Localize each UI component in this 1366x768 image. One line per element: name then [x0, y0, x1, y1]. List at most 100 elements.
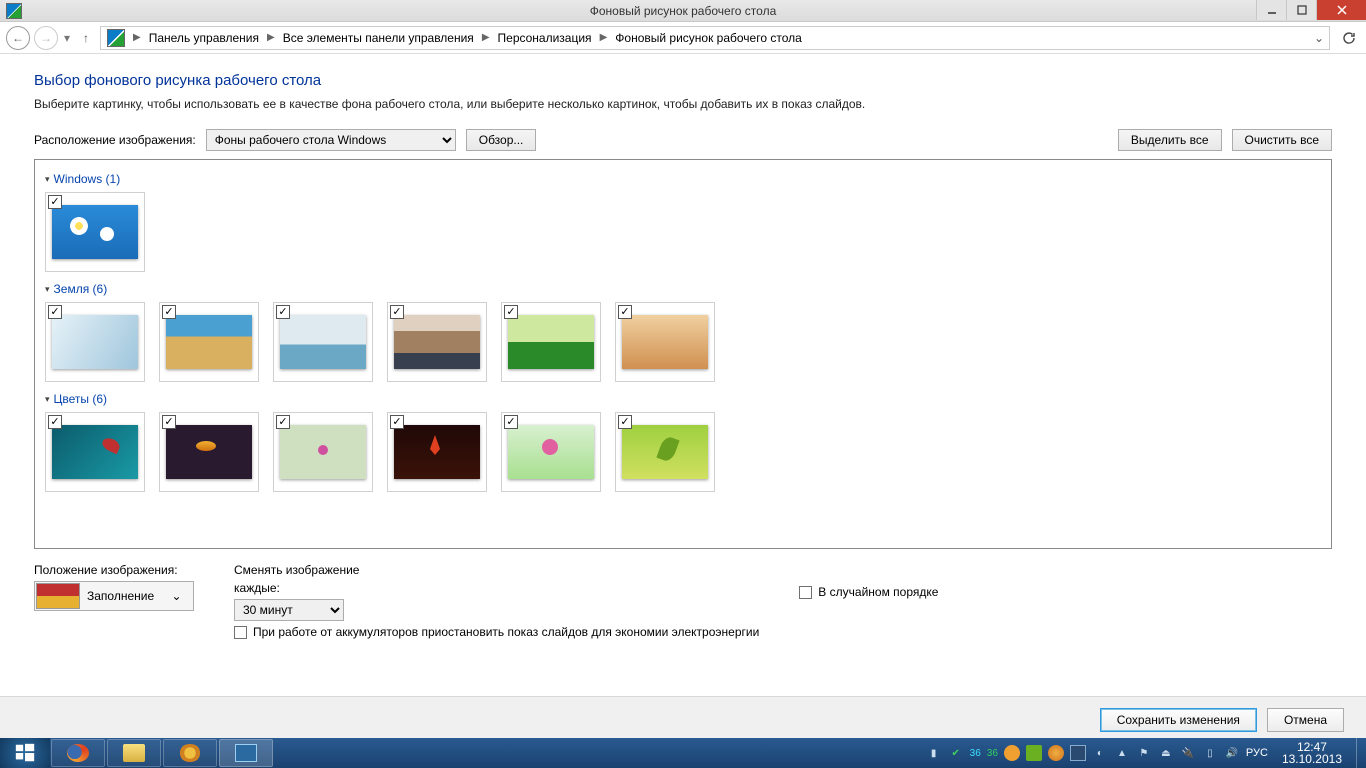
chevron-right-icon[interactable]: ▶ [480, 32, 492, 43]
thumbnail-checkbox[interactable] [504, 305, 518, 319]
app-icon [6, 3, 22, 19]
interval-label-1: Сменять изображение [234, 563, 759, 577]
wallpaper-thumbnail[interactable] [45, 412, 145, 492]
tray-icon[interactable]: ◐ [1092, 745, 1108, 761]
clock-date: 13.10.2013 [1282, 753, 1342, 765]
breadcrumb[interactable]: ▶ Панель управления ▶ Все элементы панел… [100, 26, 1330, 50]
location-label: Расположение изображения: [34, 133, 196, 147]
thumbnail-checkbox[interactable] [48, 195, 62, 209]
tray-icon[interactable]: ▮ [926, 745, 942, 761]
breadcrumb-item[interactable]: Панель управления [145, 31, 263, 45]
thumbnail-image [166, 315, 252, 369]
wallpaper-thumbnail[interactable] [273, 412, 373, 492]
address-dropdown-icon[interactable]: ⌄ [1311, 31, 1327, 45]
thumbnail-checkbox[interactable] [390, 305, 404, 319]
tray-icon[interactable] [1048, 745, 1064, 761]
thumbnail-checkbox[interactable] [276, 415, 290, 429]
shuffle-checkbox[interactable] [799, 586, 812, 599]
group-header[interactable]: ▾Земля (6) [45, 282, 1321, 296]
wallpaper-thumbnail[interactable] [501, 412, 601, 492]
tray-icon[interactable]: ✔ [948, 745, 964, 761]
up-button[interactable]: ↑ [76, 31, 96, 45]
thumbnail-image [508, 425, 594, 479]
taskbar-app-potplayer[interactable] [163, 739, 217, 767]
wallpaper-thumbnail[interactable] [273, 302, 373, 382]
interval-select[interactable]: 30 минут [234, 599, 344, 621]
wallpaper-thumbnail[interactable] [387, 302, 487, 382]
start-button[interactable] [0, 738, 50, 768]
tray-volume-icon[interactable]: 🔊 [1224, 745, 1240, 761]
tray-flag-icon[interactable]: ⚑ [1136, 745, 1152, 761]
tray-temp-2[interactable]: 36 [987, 748, 998, 759]
wallpaper-thumbnail[interactable] [501, 302, 601, 382]
battery-checkbox[interactable] [234, 626, 247, 639]
breadcrumb-item[interactable]: Фоновый рисунок рабочего стола [611, 31, 806, 45]
group-header[interactable]: ▾Цветы (6) [45, 392, 1321, 406]
thumbnail-checkbox[interactable] [618, 305, 632, 319]
chevron-down-icon: ⌄ [160, 589, 193, 603]
save-button[interactable]: Сохранить изменения [1100, 708, 1257, 732]
picture-location-select[interactable]: Фоны рабочего стола Windows [206, 129, 456, 151]
taskbar: ▮ ✔ 36 36 ◐ ▲ ⚑ ⏏ 🔌 ▯ 🔊 РУС 12:47 13.10.… [0, 738, 1366, 768]
taskbar-clock[interactable]: 12:47 13.10.2013 [1274, 741, 1350, 765]
thumbnail-checkbox[interactable] [162, 415, 176, 429]
maximize-button[interactable] [1286, 0, 1316, 20]
tray-eject-icon[interactable]: ⏏ [1158, 745, 1174, 761]
back-button[interactable]: ← [6, 26, 30, 50]
chevron-right-icon[interactable]: ▶ [598, 32, 610, 43]
dialog-footer: Сохранить изменения Отмена [0, 696, 1366, 742]
thumbnail-checkbox[interactable] [390, 415, 404, 429]
thumbnail-checkbox[interactable] [504, 415, 518, 429]
thumbnail-checkbox[interactable] [618, 415, 632, 429]
show-desktop-button[interactable] [1356, 738, 1364, 768]
wallpaper-thumbnail[interactable] [159, 302, 259, 382]
tray-network-icon[interactable]: ▯ [1202, 745, 1218, 761]
forward-button[interactable]: → [34, 26, 58, 50]
titlebar: Фоновый рисунок рабочего стола [0, 0, 1366, 22]
tray-nvidia-icon[interactable] [1026, 745, 1042, 761]
wallpaper-thumbnail[interactable] [159, 412, 259, 492]
tray-language[interactable]: РУС [1246, 747, 1268, 759]
thumbnail-image [622, 425, 708, 479]
tray-icon[interactable]: ▲ [1114, 745, 1130, 761]
tray-temp-1[interactable]: 36 [970, 748, 981, 759]
wallpaper-thumbnail[interactable] [387, 412, 487, 492]
taskbar-app-personalization[interactable] [219, 739, 273, 767]
chevron-right-icon[interactable]: ▶ [131, 32, 143, 43]
wallpaper-thumbnail[interactable] [45, 302, 145, 382]
picture-position-select[interactable]: Заполнение ⌄ [34, 581, 194, 611]
thumbnail-image [52, 425, 138, 479]
thumbnail-checkbox[interactable] [276, 305, 290, 319]
tray-power-icon[interactable]: 🔌 [1180, 745, 1196, 761]
potplayer-icon [179, 744, 201, 762]
breadcrumb-item[interactable]: Персонализация [494, 31, 596, 45]
refresh-button[interactable] [1338, 27, 1360, 49]
thumbnail-checkbox[interactable] [48, 415, 62, 429]
wallpaper-thumbnail[interactable] [615, 412, 715, 492]
clear-all-button[interactable]: Очистить все [1232, 129, 1332, 151]
thumbnail-image [508, 315, 594, 369]
thumbnail-image [280, 315, 366, 369]
taskbar-app-firefox[interactable] [51, 739, 105, 767]
collapse-icon: ▾ [45, 394, 50, 405]
position-label: Положение изображения: [34, 563, 194, 577]
wallpaper-thumbnail[interactable] [615, 302, 715, 382]
breadcrumb-item[interactable]: Все элементы панели управления [279, 31, 478, 45]
tray-icon[interactable] [1070, 745, 1086, 761]
minimize-button[interactable] [1256, 0, 1286, 20]
browse-button[interactable]: Обзор... [466, 129, 537, 151]
close-button[interactable] [1316, 0, 1366, 20]
window-title: Фоновый рисунок рабочего стола [0, 4, 1366, 18]
history-dropdown-icon[interactable]: ▾ [62, 31, 72, 45]
thumbnail-checkbox[interactable] [162, 305, 176, 319]
taskbar-app-explorer[interactable] [107, 739, 161, 767]
group-header[interactable]: ▾Windows (1) [45, 172, 1321, 186]
wallpaper-thumbnail[interactable] [45, 192, 145, 272]
location-icon [107, 29, 125, 47]
tray-icon[interactable] [1004, 745, 1020, 761]
cancel-button[interactable]: Отмена [1267, 708, 1344, 732]
thumbnail-checkbox[interactable] [48, 305, 62, 319]
position-value: Заполнение [81, 589, 160, 603]
chevron-right-icon[interactable]: ▶ [265, 32, 277, 43]
select-all-button[interactable]: Выделить все [1118, 129, 1222, 151]
